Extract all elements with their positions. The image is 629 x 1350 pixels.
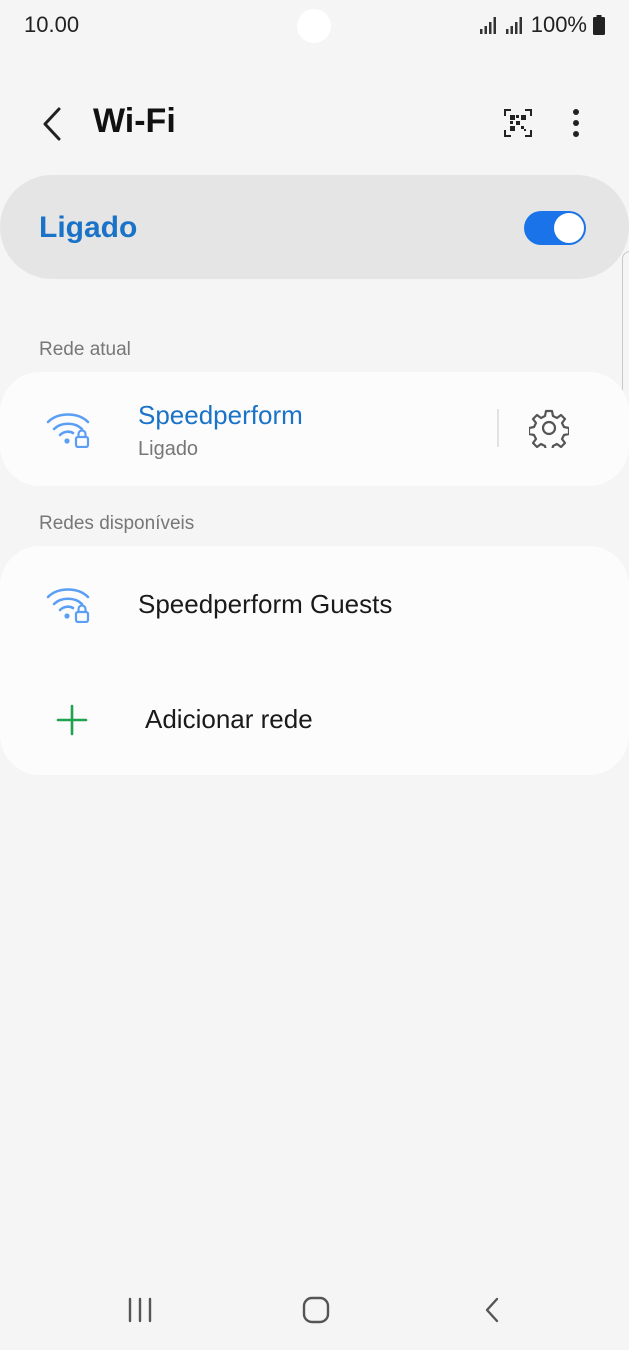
toggle-knob (554, 213, 584, 243)
qr-scan-button[interactable] (498, 102, 538, 144)
status-icons: 100% (479, 12, 605, 38)
recents-icon (128, 1297, 152, 1323)
camera-cutout (297, 9, 331, 43)
more-options-button[interactable] (556, 100, 596, 146)
gear-icon (529, 409, 569, 448)
network-name: Speedperform Guests (138, 589, 393, 619)
back-arrow-icon (43, 107, 61, 141)
wifi-lock-icon (44, 581, 92, 625)
signal-icon (505, 16, 525, 34)
back-button[interactable] (30, 100, 74, 148)
status-time: 10.00 (24, 12, 80, 37)
home-icon (302, 1296, 330, 1324)
battery-icon (593, 15, 605, 35)
recents-button[interactable] (110, 1285, 170, 1335)
plus-icon (55, 703, 89, 737)
page-title: Wi-Fi (93, 102, 176, 140)
signal-icon (479, 16, 499, 34)
current-network-status: Ligado (138, 438, 199, 460)
battery-percent: 100% (530, 12, 587, 37)
network-settings-button[interactable] (526, 405, 572, 451)
current-network-name: Speedperform (138, 400, 303, 430)
add-network-button[interactable] (0, 668, 629, 772)
section-header-current-network: Rede atual (39, 339, 131, 360)
nav-back-button[interactable] (462, 1285, 522, 1335)
section-header-available-networks: Redes disponíveis (39, 513, 195, 534)
wifi-master-label: Ligado (39, 211, 138, 244)
back-icon (485, 1297, 499, 1323)
more-vertical-icon (573, 109, 579, 137)
qr-scan-icon (504, 109, 532, 137)
home-button[interactable] (286, 1285, 346, 1335)
wifi-toggle-switch[interactable] (524, 211, 586, 245)
divider (497, 409, 499, 447)
wifi-lock-icon (44, 406, 92, 450)
add-network-label: Adicionar rede (145, 704, 313, 734)
